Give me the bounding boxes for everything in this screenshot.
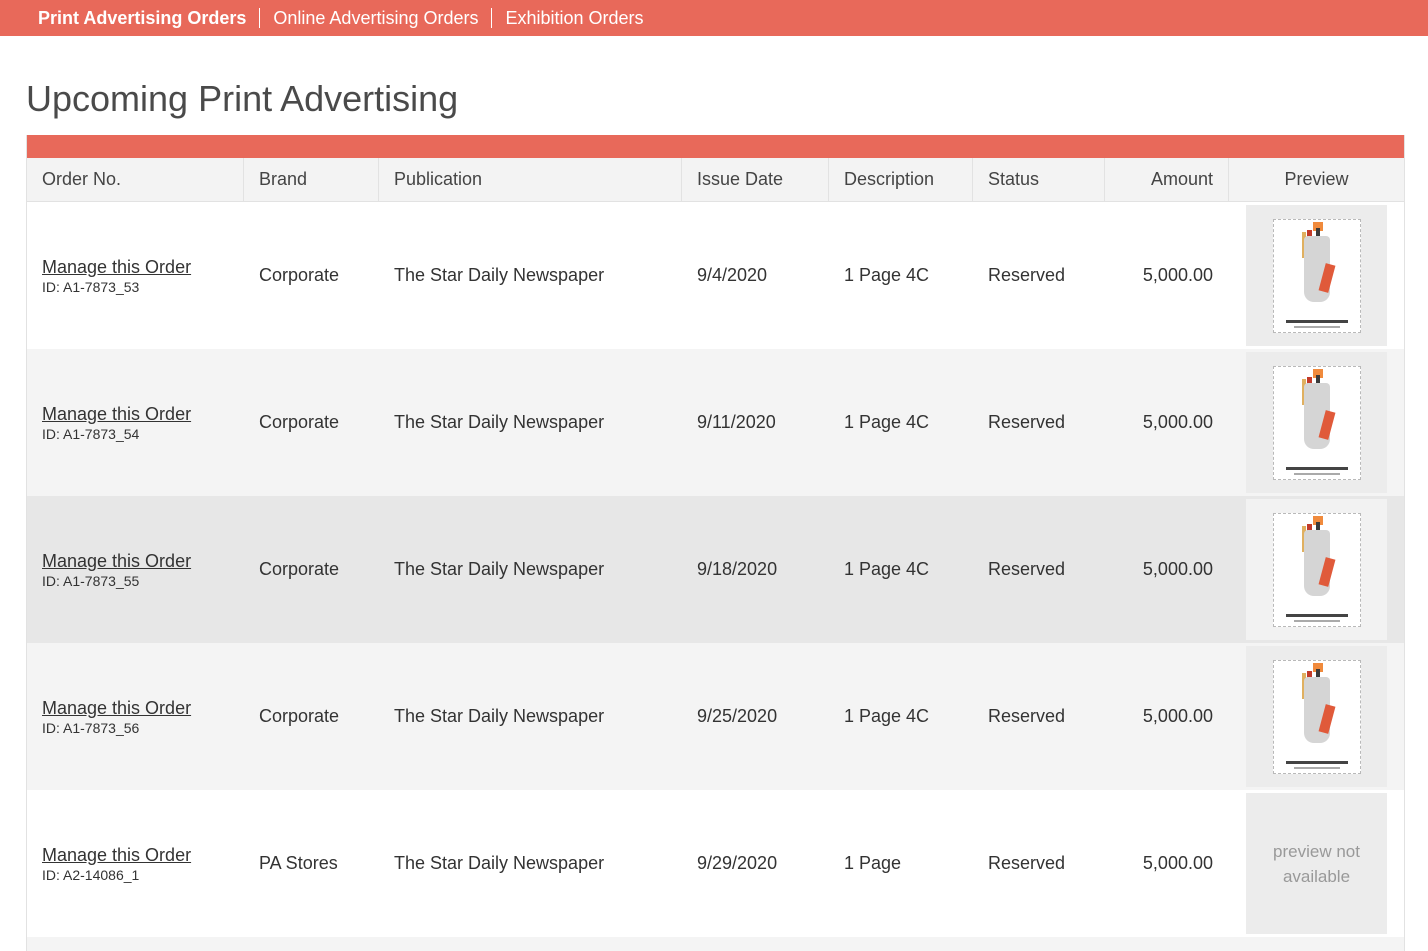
status-cell: Reserved (988, 559, 1066, 579)
status-cell: Reserved (988, 706, 1066, 726)
top-nav: Print Advertising Orders Online Advertis… (0, 0, 1428, 36)
order-cell: Manage this Order ID: A1-7873_54 (27, 349, 244, 496)
order-id: ID: A1-7873_55 (42, 573, 140, 589)
publication-cell: The Star Daily Newspaper (394, 412, 605, 432)
order-cell: Manage this Order ID: A1-7873_53 (27, 202, 244, 349)
amount-cell: 5,000.00 (1142, 265, 1213, 285)
preview-cell (1229, 496, 1404, 643)
nav-online-advertising-orders[interactable]: Online Advertising Orders (273, 8, 478, 28)
description-cell: 1 Page 4C (844, 559, 930, 579)
manage-order-link[interactable]: Manage this Order (42, 697, 191, 719)
preview-cell (1229, 643, 1404, 790)
amount-cell: 5,000.00 (1142, 559, 1213, 579)
ad-thumbnail-image (1272, 512, 1361, 627)
brand-cell: PA Stores (259, 853, 338, 873)
preview-unavailable-box: preview not available (1246, 793, 1387, 934)
preview-thumbnail[interactable] (1246, 646, 1387, 787)
order-id: ID: A1-7873_54 (42, 426, 140, 442)
preview-cell (1229, 349, 1404, 496)
header-amount[interactable]: Amount (1105, 158, 1229, 201)
manage-order-link[interactable]: Manage this Order (42, 403, 191, 425)
description-cell: 1 Page 4C (844, 412, 930, 432)
order-id: ID: A1-7873_53 (42, 279, 140, 295)
status-cell: Reserved (988, 412, 1066, 432)
order-cell: Manage this Order ID: A2-14086_1 (27, 790, 244, 937)
manage-order-link[interactable]: Manage this Order (42, 256, 191, 278)
publication-cell: The Star Daily Newspaper (394, 706, 605, 726)
preview-unavailable-line-2: available (1282, 866, 1351, 886)
brand-cell: Corporate (259, 706, 340, 726)
table-header: Order No. Brand Publication Issue Date D… (27, 158, 1404, 202)
brand-cell: Corporate (259, 412, 340, 432)
preview-thumbnail[interactable] (1246, 499, 1387, 640)
ad-thumbnail-image (1272, 218, 1361, 333)
table-row: Manage this Order ID: A1-7873_54 Corpora… (27, 349, 1404, 496)
brand-cell: Corporate (259, 265, 340, 285)
manage-order-link[interactable]: Manage this Order (42, 550, 191, 572)
amount-cell: 5,000.00 (1142, 706, 1213, 726)
preview-unavailable-line-1: preview not (1273, 841, 1360, 861)
header-brand[interactable]: Brand (244, 158, 379, 201)
preview-cell (1229, 202, 1404, 349)
header-status[interactable]: Status (973, 158, 1105, 201)
brand-cell: Corporate (259, 559, 340, 579)
page-title: Upcoming Print Advertising (26, 78, 459, 119)
header-description[interactable]: Description (829, 158, 973, 201)
ad-thumbnail-image (1272, 365, 1361, 480)
table-accent-bar (27, 135, 1404, 158)
order-cell: Manage this Order ID: A1-7873_55 (27, 496, 244, 643)
table-row: Manage this Order ID: A1-7873_55 Corpora… (27, 496, 1404, 643)
publication-cell: The Star Daily Newspaper (394, 265, 605, 285)
amount-cell: 5,000.00 (1142, 412, 1213, 432)
status-cell: Reserved (988, 265, 1066, 285)
header-order-no[interactable]: Order No. (27, 158, 244, 201)
nav-print-advertising-orders[interactable]: Print Advertising Orders (38, 8, 246, 28)
preview-unavailable-text: preview not available (1273, 839, 1360, 889)
table-row-partial (27, 937, 1404, 951)
order-id: ID: A2-14086_1 (42, 867, 140, 883)
header-preview: Preview (1284, 169, 1349, 189)
publication-cell: The Star Daily Newspaper (394, 853, 605, 873)
amount-cell: 5,000.00 (1142, 853, 1213, 873)
header-publication[interactable]: Publication (379, 158, 682, 201)
issue-date-cell: 9/4/2020 (697, 265, 768, 285)
order-cell: Manage this Order ID: A1-7873_56 (27, 643, 244, 790)
order-id: ID: A1-7873_56 (42, 720, 140, 736)
nav-exhibition-orders[interactable]: Exhibition Orders (505, 8, 643, 28)
issue-date-cell: 9/11/2020 (697, 412, 776, 432)
preview-cell: preview not available (1229, 790, 1404, 937)
preview-thumbnail[interactable] (1246, 352, 1387, 493)
ad-thumbnail-image (1272, 659, 1361, 774)
nav-separator (259, 8, 261, 28)
issue-date-cell: 9/29/2020 (697, 853, 778, 873)
header-issue-date[interactable]: Issue Date (682, 158, 829, 201)
publication-cell: The Star Daily Newspaper (394, 559, 605, 579)
description-cell: 1 Page 4C (844, 265, 930, 285)
table-row: Manage this Order ID: A1-7873_53 Corpora… (27, 202, 1404, 349)
manage-order-link[interactable]: Manage this Order (42, 844, 191, 866)
issue-date-cell: 9/18/2020 (697, 559, 778, 579)
nav-separator (491, 8, 493, 28)
issue-date-cell: 9/25/2020 (697, 706, 778, 726)
preview-thumbnail[interactable] (1246, 205, 1387, 346)
description-cell: 1 Page 4C (844, 706, 930, 726)
status-cell: Reserved (988, 853, 1066, 873)
table-row: Manage this Order ID: A2-14086_1 PA Stor… (27, 790, 1404, 937)
orders-table: Order No. Brand Publication Issue Date D… (26, 135, 1405, 951)
table-row: Manage this Order ID: A1-7873_56 Corpora… (27, 643, 1404, 790)
description-cell: 1 Page (844, 853, 902, 873)
